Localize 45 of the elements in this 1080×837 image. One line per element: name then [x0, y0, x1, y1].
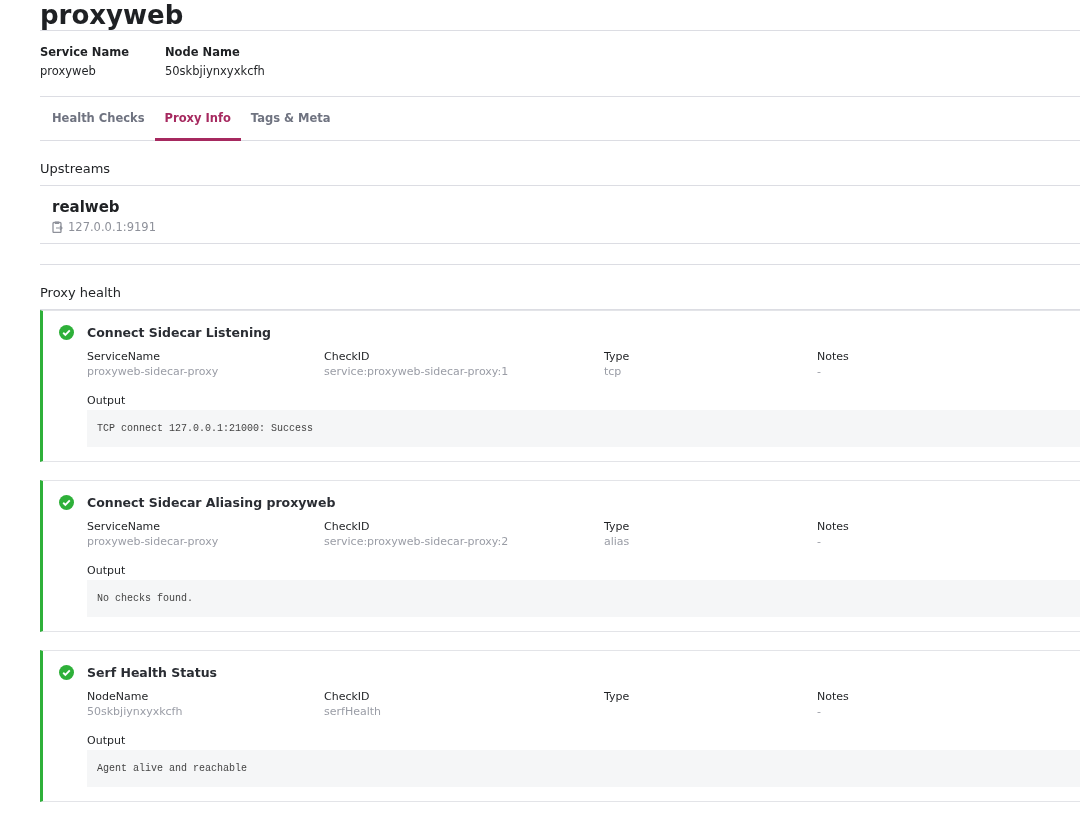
page-title: proxyweb — [40, 0, 1080, 31]
field-value: tcp — [604, 365, 623, 378]
upstream-name: realweb — [52, 198, 121, 216]
check-name: Connect Sidecar Listening — [87, 325, 272, 340]
field-label: Type — [604, 690, 631, 703]
check-name: Serf Health Status — [87, 665, 218, 680]
field-label: Type — [604, 350, 631, 363]
output-text: TCP connect 127.0.0.1:21000: Success — [87, 410, 1080, 447]
field-value: - — [817, 535, 822, 548]
field-label: CheckID — [324, 690, 371, 703]
field-value: service:proxyweb-sidecar-proxy:2 — [324, 535, 510, 548]
field-value: 50skbjiynxyxkcfh — [87, 705, 184, 718]
output-text: No checks found. — [87, 580, 1080, 617]
clipboard-icon — [52, 221, 63, 233]
field-label: Notes — [817, 690, 850, 703]
field-value: serfHealth — [324, 705, 382, 718]
field-label: CheckID — [324, 520, 371, 533]
output-label: Output — [86, 394, 127, 407]
section-heading: Proxy health — [40, 265, 1080, 310]
field-label: Notes — [817, 350, 850, 363]
info-label: Node Name — [165, 45, 241, 59]
section-heading: Upstreams — [40, 141, 1080, 186]
field-label: ServiceName — [87, 520, 162, 533]
output-label: Output — [86, 734, 127, 747]
output-text: Agent alive and reachable — [87, 750, 1080, 787]
check-name: Connect Sidecar Aliasing proxyweb — [87, 495, 336, 510]
field-value: proxyweb-sidecar-proxy — [87, 535, 220, 548]
field-value: proxyweb-sidecar-proxy — [87, 365, 220, 378]
tab[interactable]: Tags & Meta — [240, 97, 341, 141]
upstream-address: 127.0.0.1:9191 — [68, 220, 156, 234]
field-value: alias — [604, 535, 631, 548]
info-label: Service Name — [40, 45, 129, 59]
field-label: CheckID — [324, 350, 371, 363]
tab[interactable]: Proxy Info — [154, 97, 241, 141]
field-label: NodeName — [87, 690, 150, 703]
info-value: 50skbjiynxyxkcfh — [165, 64, 265, 78]
field-label: Type — [604, 520, 631, 533]
field-value: - — [817, 705, 822, 718]
info-value: proxyweb — [40, 64, 97, 78]
tab[interactable]: Health Checks — [42, 97, 155, 141]
field-label: ServiceName — [87, 350, 162, 363]
field-label: Notes — [817, 520, 850, 533]
output-label: Output — [86, 564, 127, 577]
field-value: - — [817, 365, 822, 378]
field-value: service:proxyweb-sidecar-proxy:1 — [324, 365, 510, 378]
